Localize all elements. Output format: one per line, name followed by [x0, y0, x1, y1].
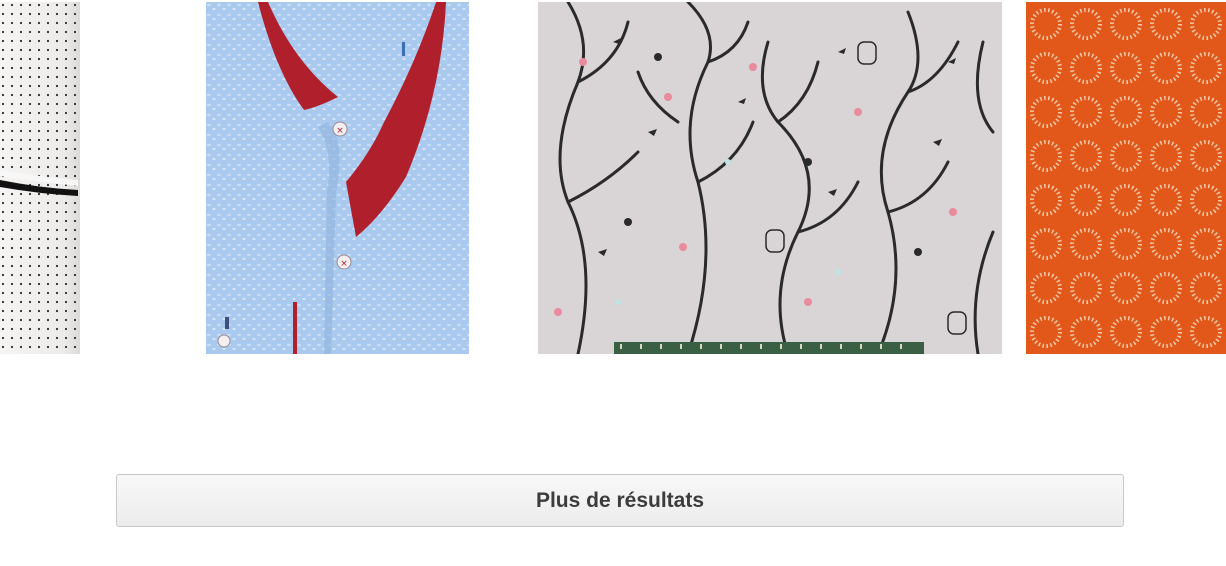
more-results-button[interactable]: Plus de résultats [116, 474, 1124, 527]
result-image-dotted-fabric[interactable] [0, 2, 80, 354]
svg-text:×: × [340, 259, 348, 269]
result-image-orange-fabric[interactable] [1026, 2, 1226, 354]
blue-shirt-image: × × [206, 2, 469, 354]
result-image-blue-shirt[interactable]: × × [206, 2, 469, 354]
branch-fabric-image [538, 2, 1002, 354]
image-results-page: × × Plus de résultats [0, 0, 1226, 566]
orange-fabric-image [1026, 2, 1226, 354]
result-image-branch-fabric[interactable] [538, 2, 1002, 354]
image-results-row: × × [0, 0, 1226, 354]
more-results-label: Plus de résultats [535, 488, 705, 512]
dotted-fabric-image [0, 2, 80, 354]
svg-text:×: × [336, 126, 344, 136]
